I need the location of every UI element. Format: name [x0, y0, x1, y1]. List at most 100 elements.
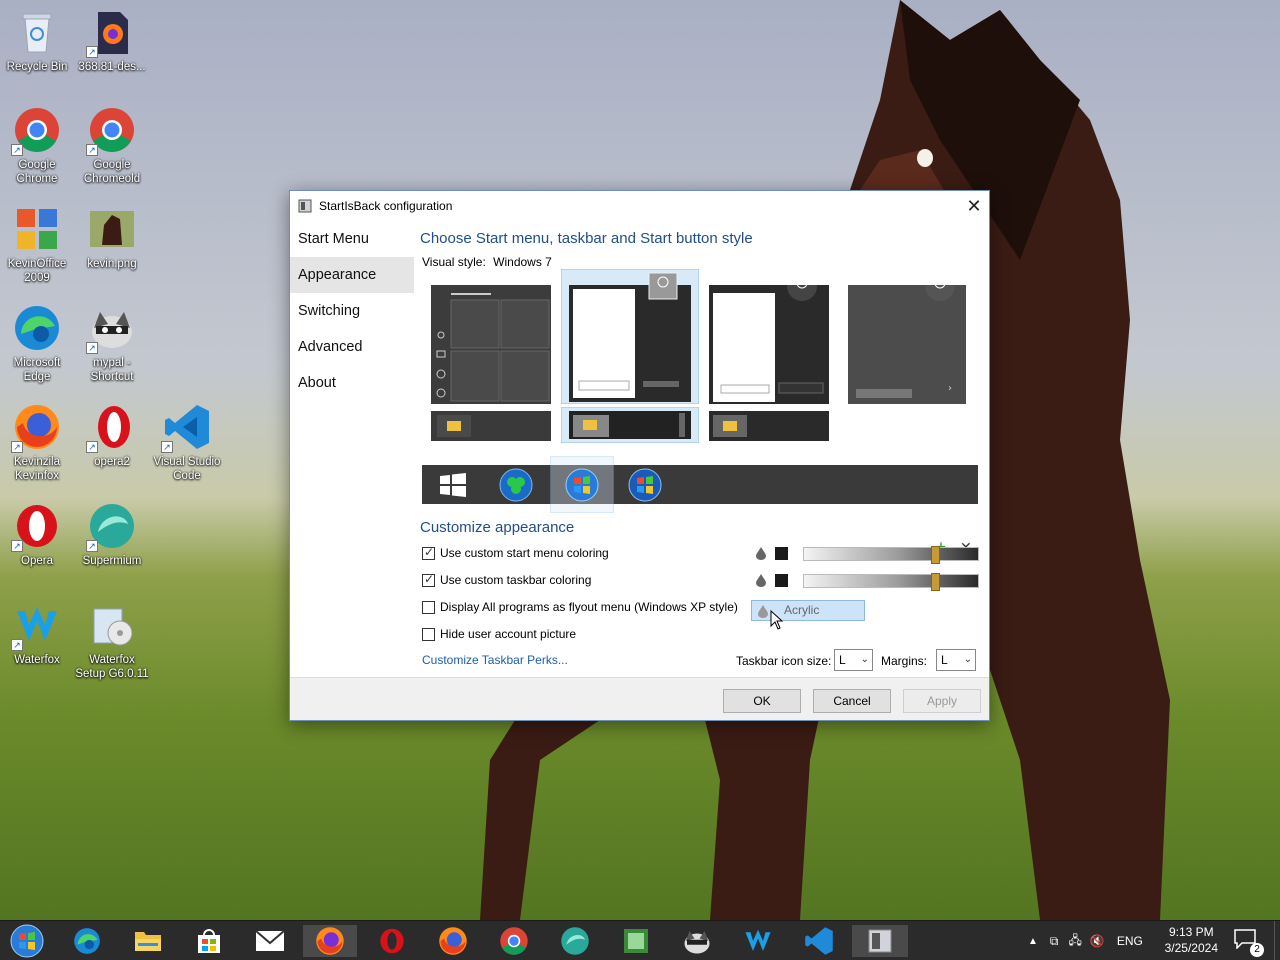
taskbar-firefox-installer[interactable]	[303, 925, 357, 957]
taskbar-edge[interactable]	[64, 925, 110, 957]
checkbox-label: Hide user account picture	[440, 627, 577, 641]
checkbox-custom-start-menu-coloring[interactable]: Use custom start menu coloring	[422, 545, 609, 560]
taskbar-style-3[interactable]	[709, 411, 829, 441]
nav-item-advanced[interactable]: Advanced	[290, 329, 414, 365]
mouse-cursor-icon	[770, 610, 784, 630]
start-button-style-strip	[422, 456, 978, 513]
start-menu-style-windows8[interactable]	[709, 285, 829, 404]
desktop-icon-supermium[interactable]: ↗ Supermium	[75, 502, 149, 568]
taskbar-color-swatch[interactable]	[775, 574, 788, 587]
taskbar-style-2[interactable]	[561, 407, 699, 443]
vista-orb-icon[interactable]	[628, 468, 662, 502]
cancel-button[interactable]: Cancel	[813, 689, 891, 713]
shortcut-arrow-icon: ↗	[86, 46, 98, 58]
page-title: Choose Start menu, taskbar and Start but…	[420, 230, 753, 247]
checkbox[interactable]	[422, 545, 435, 560]
office-icon	[17, 209, 57, 249]
transparency-drop-icon[interactable]	[756, 574, 766, 587]
device-icon[interactable]: ⧉	[1050, 934, 1059, 949]
checkbox-hide-account-picture[interactable]: Hide user account picture	[422, 627, 576, 641]
volume-muted-icon[interactable]: 🔇	[1090, 934, 1105, 948]
slider-knob[interactable]	[931, 573, 940, 591]
slider-knob[interactable]	[931, 546, 940, 564]
desktop-icon-google-chrome[interactable]: ↗ Google Chrome	[0, 106, 74, 186]
desktop-icon-kevinzila[interactable]: ↗ Kevinzila Kevinfox	[0, 403, 74, 483]
taskbar-clock[interactable]: 9:13 PM 3/25/2024	[1165, 924, 1218, 956]
desktop-icon-firefox-download[interactable]: ↗ 368.81-des...	[75, 8, 149, 74]
chevron-down-icon: ⌄	[860, 654, 869, 665]
desktop-icon-google-chromeold[interactable]: ↗ Google Chromeold	[75, 106, 149, 186]
vscode-icon	[805, 927, 833, 955]
taskbar-vscode[interactable]	[796, 925, 842, 957]
taskbar-mail[interactable]	[247, 925, 293, 957]
visual-style-label: Visual style:	[422, 255, 486, 269]
edge-icon	[74, 928, 100, 954]
folder-icon	[135, 932, 161, 951]
customize-taskbar-perks-link[interactable]: Customize Taskbar Perks...	[422, 653, 568, 667]
nav-item-switching[interactable]: Switching	[290, 293, 414, 329]
show-desktop-button[interactable]	[1274, 921, 1280, 960]
taskbar-color-slider[interactable]	[803, 573, 979, 591]
desktop-icon-waterfox-setup[interactable]: Waterfox Setup G6.0.11	[75, 601, 149, 681]
checkbox-custom-taskbar-coloring[interactable]: Use custom taskbar coloring	[422, 572, 591, 587]
taskbar-chrome[interactable]	[491, 925, 537, 957]
start-menu-color-slider[interactable]	[803, 546, 979, 564]
nav-item-appearance[interactable]: Appearance	[290, 257, 414, 293]
taskbar-opera[interactable]	[369, 925, 415, 957]
start-menu-style-metro[interactable]: ›	[848, 285, 966, 404]
start-menu-style-windows7[interactable]	[561, 269, 699, 404]
desktop-icon-opera2[interactable]: ↗ opera2	[75, 403, 149, 469]
nav-item-start-menu[interactable]: Start Menu	[290, 221, 414, 257]
taskbar-icon-size-label: Taskbar icon size:	[736, 654, 832, 668]
taskbar-firefox[interactable]	[430, 925, 476, 957]
close-icon[interactable]: ✕	[959, 191, 989, 221]
taskbar-kevinoffice[interactable]	[613, 925, 659, 957]
desktop-icon-label: Visual Studio Code	[153, 456, 221, 482]
checkbox[interactable]	[422, 600, 435, 614]
desktop-icon-mypal[interactable]: ↗ mypal - Shortcut	[75, 304, 149, 384]
nav-item-about[interactable]: About	[290, 365, 414, 401]
desktop-icon-waterfox[interactable]: ↗ Waterfox	[0, 601, 74, 667]
start-button[interactable]	[4, 924, 50, 958]
office-icon	[624, 929, 648, 953]
desktop-icon-label: opera2	[94, 456, 130, 468]
ok-button[interactable]: OK	[723, 689, 801, 713]
clover-orb-icon[interactable]	[499, 468, 533, 502]
desktop-icon-kevinoffice[interactable]: KevinOffice 2009	[0, 205, 74, 285]
transparency-drop-icon[interactable]	[756, 547, 766, 560]
checkbox[interactable]	[422, 572, 435, 587]
start-menu-style-windows10[interactable]	[431, 285, 551, 404]
apply-button[interactable]: Apply	[903, 689, 981, 713]
taskbar-file-explorer[interactable]	[125, 925, 171, 957]
checkbox-flyout-menu[interactable]: Display All programs as flyout menu (Win…	[422, 600, 738, 614]
checkbox[interactable]	[422, 627, 435, 641]
desktop-icon-opera[interactable]: ↗ Opera	[0, 502, 74, 568]
notification-count-badge: 2	[1250, 943, 1264, 957]
taskbar-store[interactable]	[186, 925, 232, 957]
taskbar-startisback-config[interactable]	[852, 925, 908, 957]
taskbar-icon-size-select[interactable]: L ⌄	[834, 649, 873, 671]
taskbar-style-1[interactable]	[431, 411, 551, 441]
margins-select[interactable]: L ⌄	[936, 649, 976, 671]
startisback-config-dialog: StartIsBack configuration ✕ Start Menu A…	[289, 190, 990, 721]
taskbar-waterfox[interactable]	[735, 925, 781, 957]
desktop-icon-kevin-png[interactable]: kevin.png	[75, 205, 149, 271]
desktop-icon-recycle-bin[interactable]: Recycle Bin	[0, 8, 74, 74]
language-indicator[interactable]: ENG	[1117, 934, 1143, 948]
dialog-titlebar[interactable]: StartIsBack configuration ✕	[290, 191, 989, 221]
taskbar-supermium[interactable]	[552, 925, 598, 957]
acrylic-option[interactable]: Acrylic	[751, 600, 865, 621]
windows-logo-icon[interactable]	[440, 473, 466, 497]
notification-center-button[interactable]: 2	[1234, 929, 1264, 957]
shortcut-arrow-icon: ↗	[86, 342, 98, 354]
network-icon[interactable]: 🖧	[1068, 931, 1081, 952]
start-menu-color-swatch[interactable]	[775, 547, 788, 560]
desktop-icon-vscode[interactable]: ↗ Visual Studio Code	[150, 403, 224, 483]
show-hidden-icons-chevron-up-icon[interactable]: ▲	[1028, 936, 1038, 947]
windows7-orb-icon[interactable]	[565, 468, 599, 502]
taskbar-mypal[interactable]	[674, 925, 720, 957]
desktop-icon-label: Google Chromeold	[83, 159, 141, 185]
windows7-orb-icon	[10, 924, 44, 958]
supermium-icon	[561, 927, 589, 955]
desktop-icon-microsoft-edge[interactable]: Microsoft Edge	[0, 304, 74, 384]
